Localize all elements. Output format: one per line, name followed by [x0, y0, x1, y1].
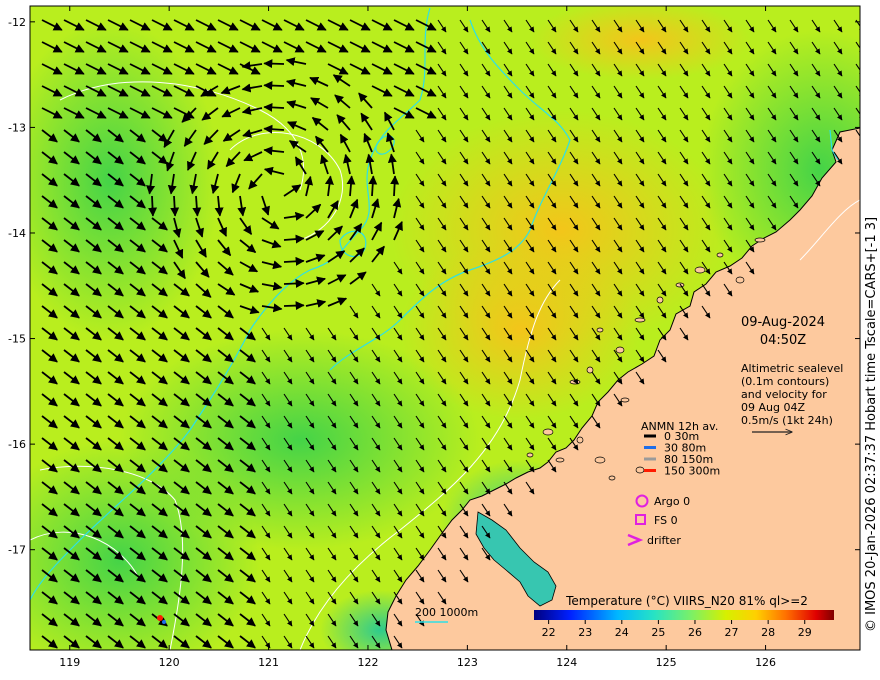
lat-tick-label: -13	[8, 121, 26, 134]
drifter-label: drifter	[647, 534, 681, 547]
sst-current-map: 119 120 121 122 123 124 125 126 -12 -13 -14 -15 -16…	[8, 5, 861, 669]
island	[569, 379, 581, 385]
isobath-legend-label: 200 1000m	[415, 606, 478, 619]
island	[694, 266, 706, 274]
lon-tick-label: 122	[357, 656, 378, 669]
island	[615, 346, 625, 354]
island	[526, 452, 534, 458]
lat-tick-label: -15	[8, 333, 26, 346]
colorbar-tick-label: 28	[761, 626, 775, 639]
island	[754, 237, 766, 243]
island	[596, 327, 604, 333]
colorbar-tick-label: 26	[688, 626, 702, 639]
lat-tick-label: -17	[8, 544, 26, 557]
velocity-arrow	[148, 195, 158, 217]
colorbar-gradient	[534, 610, 834, 620]
island	[634, 317, 646, 323]
lat-tick-label: -12	[8, 16, 26, 29]
island	[542, 428, 554, 436]
date-label: 09-Aug-2024	[741, 315, 825, 330]
map-panel	[30, 6, 860, 650]
colorbar-tick-label: 24	[615, 626, 629, 639]
lat-tick-label: -14	[8, 227, 26, 240]
velocity-arrow	[263, 102, 285, 112]
island	[635, 466, 645, 474]
lat-tick-label: -16	[8, 438, 26, 451]
velocity-arrow	[263, 59, 285, 69]
lon-tick-label: 124	[556, 656, 577, 669]
colorbar-tick-label: 22	[542, 626, 556, 639]
cool-sst-patch	[30, 20, 220, 340]
island	[594, 456, 606, 464]
mooring-marker	[162, 620, 166, 624]
description-line: (0.1m contours)	[741, 375, 829, 388]
description-line: and velocity for	[741, 388, 827, 401]
island	[716, 252, 724, 258]
island	[735, 276, 745, 284]
island	[555, 457, 565, 463]
argo-label: Argo 0	[654, 495, 690, 508]
colorbar-tick-label: 25	[651, 626, 665, 639]
island	[656, 296, 664, 304]
lon-tick-label: 123	[457, 656, 478, 669]
colorbar-title: Temperature (°C) VIIRS_N20 81% ql>=2	[565, 594, 808, 608]
time-label: 04:50Z	[760, 333, 806, 348]
island	[620, 397, 630, 403]
velocity-arrow	[390, 175, 400, 197]
lon-tick-label: 125	[656, 656, 677, 669]
warm-sst-patch	[530, 6, 750, 80]
lon-tick-label: 119	[59, 656, 80, 669]
legend-item-label: 150 300m	[664, 465, 720, 478]
velocity-arrow	[283, 279, 305, 288]
island	[675, 282, 685, 288]
velocity-arrow	[263, 81, 285, 91]
colorbar-tick-label: 27	[725, 626, 739, 639]
description-line: Altimetric sealevel	[741, 362, 843, 375]
velocity-arrow	[283, 301, 305, 311]
velocity-arrow	[170, 195, 180, 217]
velocity-arrow	[283, 256, 305, 266]
colorbar-tick-label: 29	[798, 626, 812, 639]
lon-tick-label: 121	[258, 656, 279, 669]
lon-tick-label: 120	[159, 656, 180, 669]
island	[608, 475, 616, 481]
mooring-marker	[157, 615, 163, 621]
description-line: 0.5m/s (1kt 24h)	[741, 414, 833, 427]
colorbar-tick-label: 23	[578, 626, 592, 639]
copyright-caption: © IMOS 20-Jan-2026 02:37:37 Hobart time …	[864, 216, 879, 632]
lon-tick-label: 126	[755, 656, 776, 669]
island	[576, 436, 584, 444]
fs-label: FS 0	[654, 514, 678, 527]
description-line: 09 Aug 04Z	[741, 401, 805, 414]
